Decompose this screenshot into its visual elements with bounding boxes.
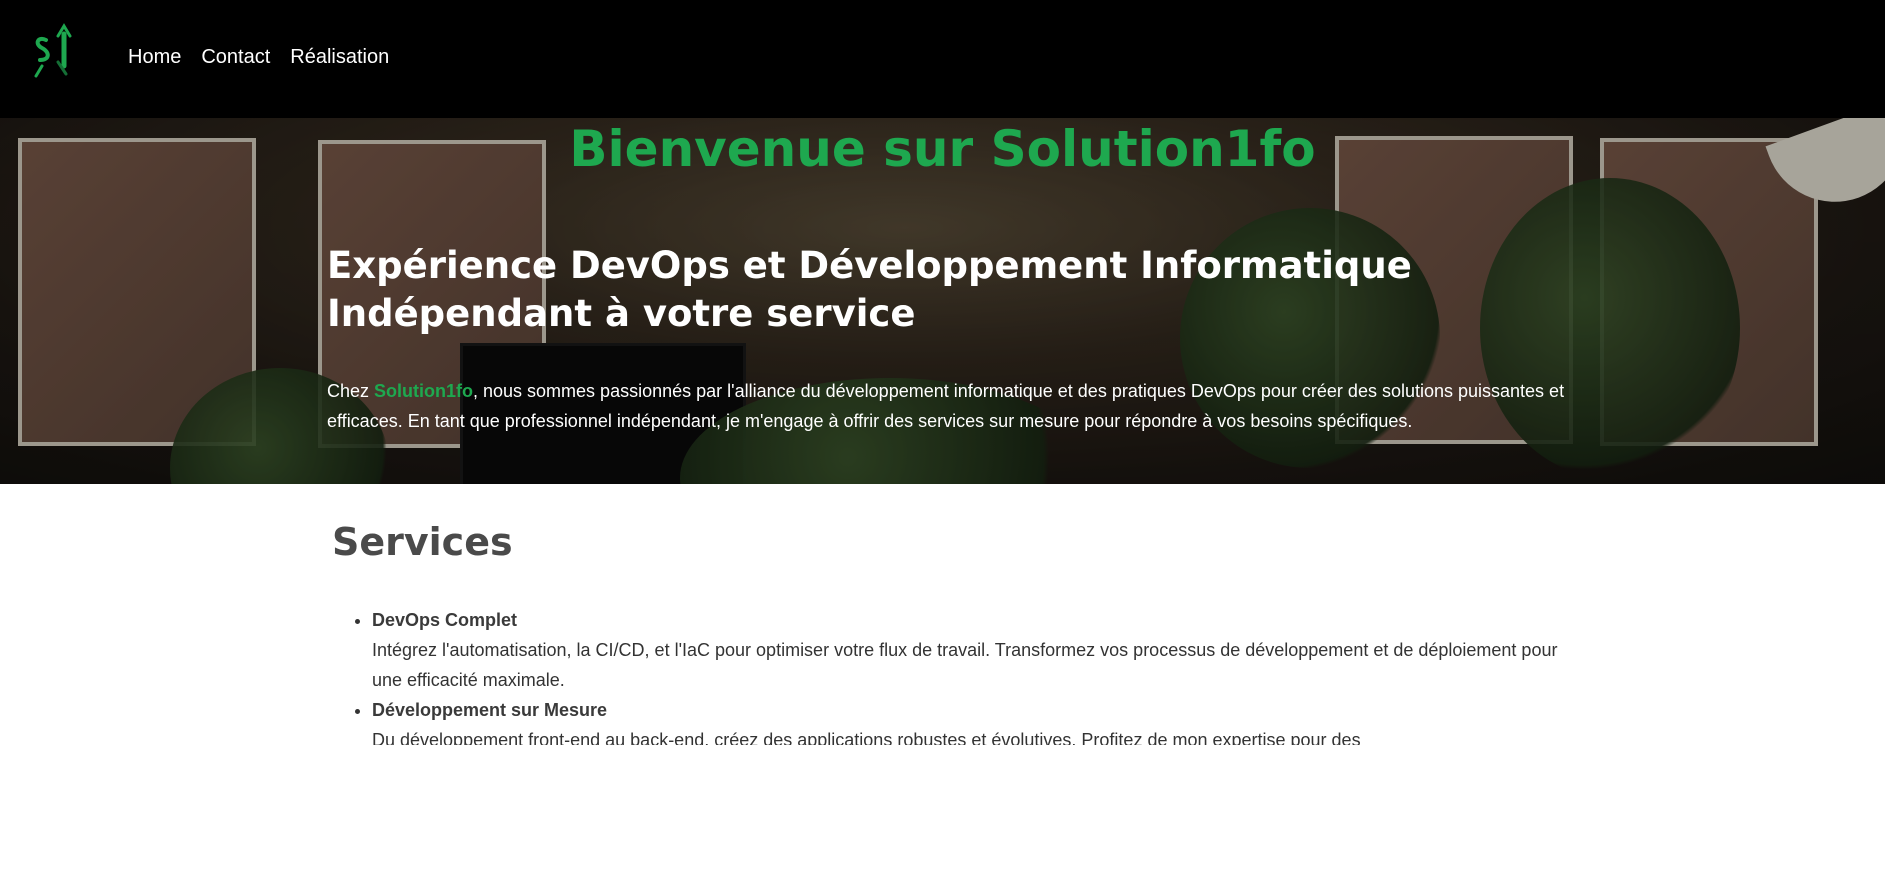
hero-intro-prefix: Chez [327,381,375,401]
hero-subtitle: Expérience DevOps et Développement Infor… [327,244,1412,335]
service-description: Intégrez l'automatisation, la CI/CD, et … [372,640,1558,690]
nav-link-home[interactable]: Home [128,46,181,69]
services-list-container: DevOps Complet Intégrez l'automatisation… [332,605,1592,745]
navbar: Home Contact Réalisation [0,0,1885,118]
hero-intro-text: , nous sommes passionnés par l'alliance … [327,381,1565,431]
nav-link-realisation[interactable]: Réalisation [290,46,389,69]
main-nav: Home Contact Réalisation [128,46,409,69]
services-list: DevOps Complet Intégrez l'automatisation… [332,605,1592,745]
service-name: DevOps Complet [372,610,518,630]
service-item-devops: DevOps Complet Intégrez l'automatisation… [372,605,1592,695]
solution1fo-logo-icon [34,23,72,78]
nav-link-contact[interactable]: Contact [201,46,270,69]
hero-intro: Chez Solution1fo, nous sommes passionnés… [327,376,1567,436]
hero-title: Bienvenue sur Solution1fo [569,120,1316,178]
service-description: Du développement front-end au back-end, … [372,730,1361,745]
service-item-dev: Développement sur Mesure Du développemen… [372,695,1592,745]
services-heading: Services [332,520,513,564]
hero-intro-brand: Solution1fo [374,381,474,401]
service-name: Développement sur Mesure [372,700,608,720]
logo[interactable] [28,22,88,84]
